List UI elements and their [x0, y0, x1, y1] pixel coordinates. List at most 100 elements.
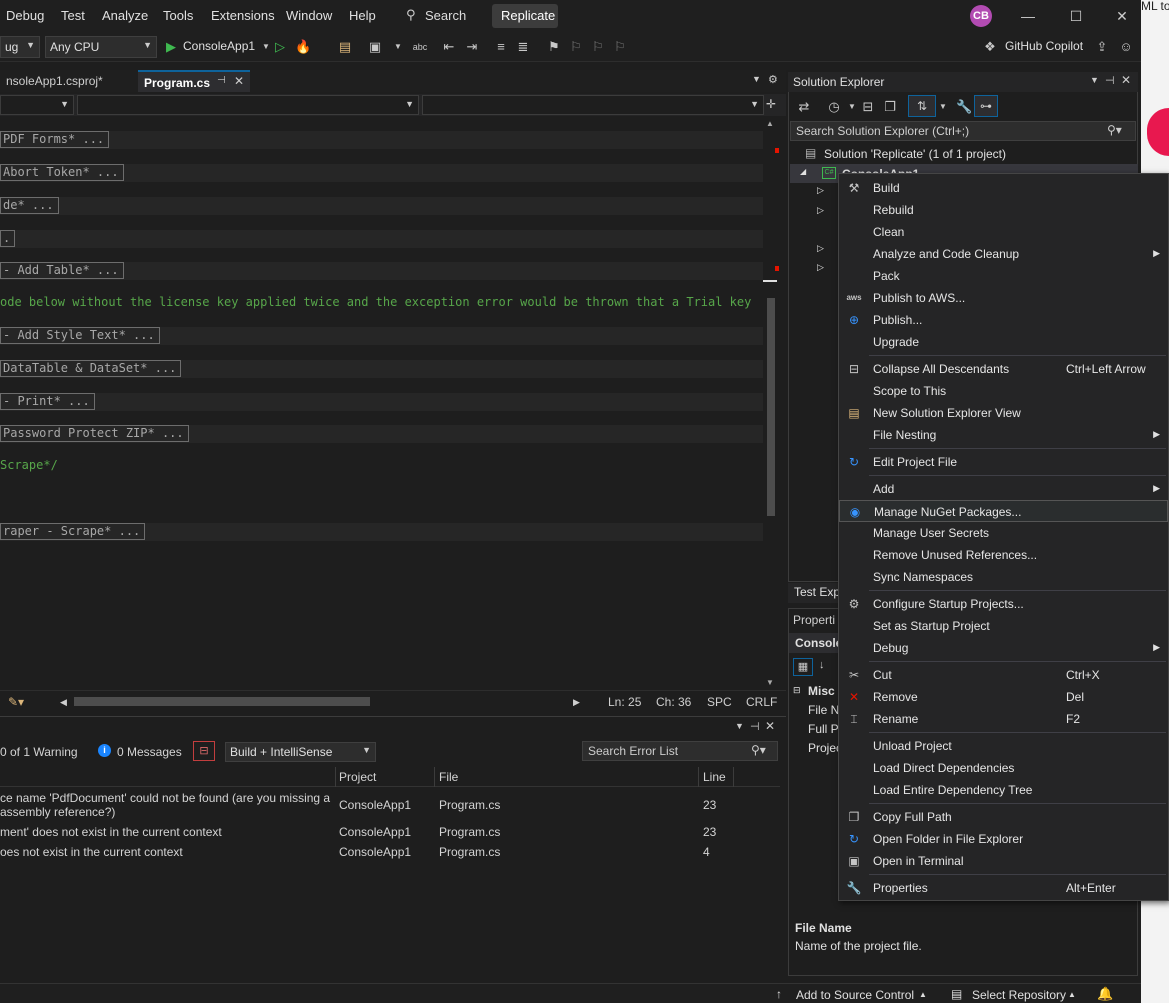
menu-item-collapse-all[interactable]: ⊟ Collapse All Descendants Ctrl+Left Arr… — [839, 358, 1168, 380]
menu-analyze[interactable]: Analyze — [102, 8, 148, 23]
menu-item-copy-path[interactable]: ❐ Copy Full Path — [839, 806, 1168, 828]
table-row[interactable]: ment' does not exist in the current cont… — [0, 823, 780, 843]
history-dropdown-icon[interactable]: ▼ — [844, 99, 860, 115]
layout-dropdown-icon[interactable]: ▼ — [390, 39, 406, 55]
menu-item-edit-project[interactable]: ↻ Edit Project File — [839, 451, 1168, 473]
source-control-up-icon[interactable]: ▲ — [919, 990, 927, 999]
close-icon[interactable]: ✕ — [1114, 8, 1130, 24]
menu-item-manage-nuget[interactable]: ◉ Manage NuGet Packages... — [839, 500, 1168, 522]
menu-item-properties[interactable]: 🔧 Properties Alt+Enter — [839, 877, 1168, 899]
tab-csproj[interactable]: nsoleApp1.csproj* — [0, 70, 136, 92]
column-indicator[interactable]: Ch: 36 — [656, 695, 691, 709]
collapsed-region[interactable]: . — [0, 230, 16, 247]
maximize-icon[interactable]: ☐ — [1068, 8, 1084, 24]
menu-item-unload[interactable]: Unload Project — [839, 735, 1168, 757]
prev-bookmark-icon[interactable]: ⚐ — [568, 39, 584, 55]
menu-item-clean[interactable]: Clean — [839, 221, 1168, 243]
solution-name-badge[interactable]: Replicate — [492, 4, 558, 28]
scope-combo[interactable]: Build + IntelliSense ▼ — [225, 742, 376, 762]
tab-list-icon[interactable]: ▼ — [752, 74, 761, 84]
global-search[interactable]: ⚲ Search — [400, 4, 486, 28]
menu-item-pack[interactable]: Pack — [839, 265, 1168, 287]
feedback-icon[interactable]: ☺ — [1118, 39, 1134, 55]
bookmark-icon[interactable]: ⚑ — [546, 39, 562, 55]
menu-item-load-direct[interactable]: Load Direct Dependencies — [839, 757, 1168, 779]
share-icon[interactable]: ⇪ — [1094, 39, 1110, 55]
menu-item-build[interactable]: ⚒ Build — [839, 177, 1168, 199]
platform-combo[interactable]: Any CPU ▼ — [45, 36, 157, 58]
start-debug-icon[interactable]: ▶ — [163, 39, 179, 55]
show-all-files-icon[interactable]: ❐ — [882, 99, 898, 115]
property-row[interactable]: Projec — [808, 741, 842, 755]
property-row[interactable]: Full P — [808, 722, 839, 736]
menu-test[interactable]: Test — [61, 8, 85, 23]
preview-icon[interactable]: ⊶ — [974, 95, 998, 117]
categorized-icon[interactable]: ▦ — [793, 658, 813, 676]
menu-item-scope[interactable]: Scope to This — [839, 380, 1168, 402]
whitespace-indicator[interactable]: SPC — [707, 695, 732, 709]
editor-scroll-thumb[interactable] — [767, 298, 775, 516]
close-panel-icon[interactable]: ✕ — [765, 719, 775, 733]
indent-icon[interactable]: ⇤ — [441, 39, 457, 55]
notifications-icon[interactable]: 🔔 — [1097, 986, 1113, 1002]
code-cleanup-icon[interactable]: ✎▾ — [8, 695, 24, 709]
collapse-category-icon[interactable]: ⊟ — [793, 685, 801, 696]
menu-item-load-tree[interactable]: Load Entire Dependency Tree — [839, 779, 1168, 801]
type-nav-combo[interactable]: ▼ — [77, 95, 419, 115]
close-tab-icon[interactable]: ✕ — [234, 74, 244, 88]
split-icon[interactable]: ✛ — [766, 97, 776, 111]
expand-arrow-icon[interactable]: ▷ — [817, 262, 824, 273]
menu-extensions[interactable]: Extensions — [211, 8, 275, 23]
expand-arrow-icon[interactable]: ◢ — [800, 167, 806, 176]
run-target[interactable]: ConsoleApp1 — [183, 39, 255, 53]
add-to-source-control-button[interactable]: Add to Source Control — [796, 988, 914, 1002]
next-bookmark-icon[interactable]: ⚐ — [590, 39, 606, 55]
menu-item-open-terminal[interactable]: ▣ Open in Terminal — [839, 850, 1168, 872]
select-repository-button[interactable]: Select Repository — [972, 988, 1066, 1002]
properties-icon[interactable]: 🔧 — [956, 99, 972, 115]
collapsed-region[interactable]: - Add Table* ... — [0, 262, 124, 279]
filter-dropdown-icon[interactable]: ▼ — [935, 99, 951, 115]
pin-icon[interactable]: ⊣ — [750, 720, 760, 733]
menu-item-configure-startup[interactable]: ⚙ Configure Startup Projects... — [839, 593, 1168, 615]
scroll-right-icon[interactable]: ▶ — [573, 697, 580, 708]
column-file[interactable]: File — [439, 770, 458, 784]
property-row[interactable]: File N — [808, 703, 839, 717]
close-panel-icon[interactable]: ✕ — [1121, 73, 1131, 87]
messages-filter[interactable]: 0 Messages — [117, 745, 182, 759]
uncomment-icon[interactable]: ≣ — [515, 39, 531, 55]
collapsed-region[interactable]: Password Protect ZIP* ... — [0, 425, 189, 442]
properties-object-combo[interactable]: Console — [789, 633, 842, 653]
tab-settings-icon[interactable]: ⚙ — [768, 73, 778, 86]
menu-item-rebuild[interactable]: Rebuild — [839, 199, 1168, 221]
menu-item-new-view[interactable]: ▤ New Solution Explorer View — [839, 402, 1168, 424]
warnings-filter[interactable]: 0 of 1 Warning — [0, 745, 78, 759]
collapsed-region[interactable]: - Print* ... — [0, 393, 95, 410]
scroll-down-icon[interactable]: ▼ — [766, 678, 774, 687]
collapsed-region[interactable]: Abort Token* ... — [0, 164, 124, 181]
repository-up-icon[interactable]: ▲ — [1068, 990, 1076, 999]
collapsed-region[interactable]: DataTable & DataSet* ... — [0, 360, 182, 377]
alphabetical-icon[interactable]: ↓ — [819, 659, 825, 671]
horizontal-scroll-thumb[interactable] — [74, 697, 370, 706]
search-icon[interactable]: ⚲▾ — [1107, 123, 1122, 137]
sync-icon[interactable]: ⇄ — [796, 99, 812, 115]
menu-debug[interactable]: Debug — [6, 8, 44, 23]
tab-program-cs[interactable]: Program.cs ⊣ ✕ — [138, 70, 250, 92]
menu-tools[interactable]: Tools — [163, 8, 193, 23]
collapsed-region[interactable]: - Add Style Text* ... — [0, 327, 160, 344]
layout-icon[interactable]: ▣ — [367, 39, 383, 55]
menu-item-open-folder[interactable]: ↻ Open Folder in File Explorer — [839, 828, 1168, 850]
tree-solution-node[interactable]: ▤ Solution 'Replicate' (1 of 1 project) — [790, 144, 1136, 163]
scroll-up-icon[interactable]: ▲ — [766, 119, 774, 128]
member-nav-combo[interactable]: ▼ — [422, 95, 764, 115]
comment-icon[interactable]: ≡ — [493, 39, 509, 55]
menu-item-set-startup[interactable]: Set as Startup Project — [839, 615, 1168, 637]
collapse-all-icon[interactable]: ⊟ — [860, 99, 876, 115]
expand-arrow-icon[interactable]: ▷ — [817, 243, 824, 254]
menu-help[interactable]: Help — [349, 8, 376, 23]
hot-reload-icon[interactable]: 🔥 — [295, 39, 311, 55]
pin-icon[interactable]: ⊣ — [217, 75, 226, 86]
scroll-left-icon[interactable]: ◀ — [60, 697, 67, 708]
menu-item-upgrade[interactable]: Upgrade — [839, 331, 1168, 353]
